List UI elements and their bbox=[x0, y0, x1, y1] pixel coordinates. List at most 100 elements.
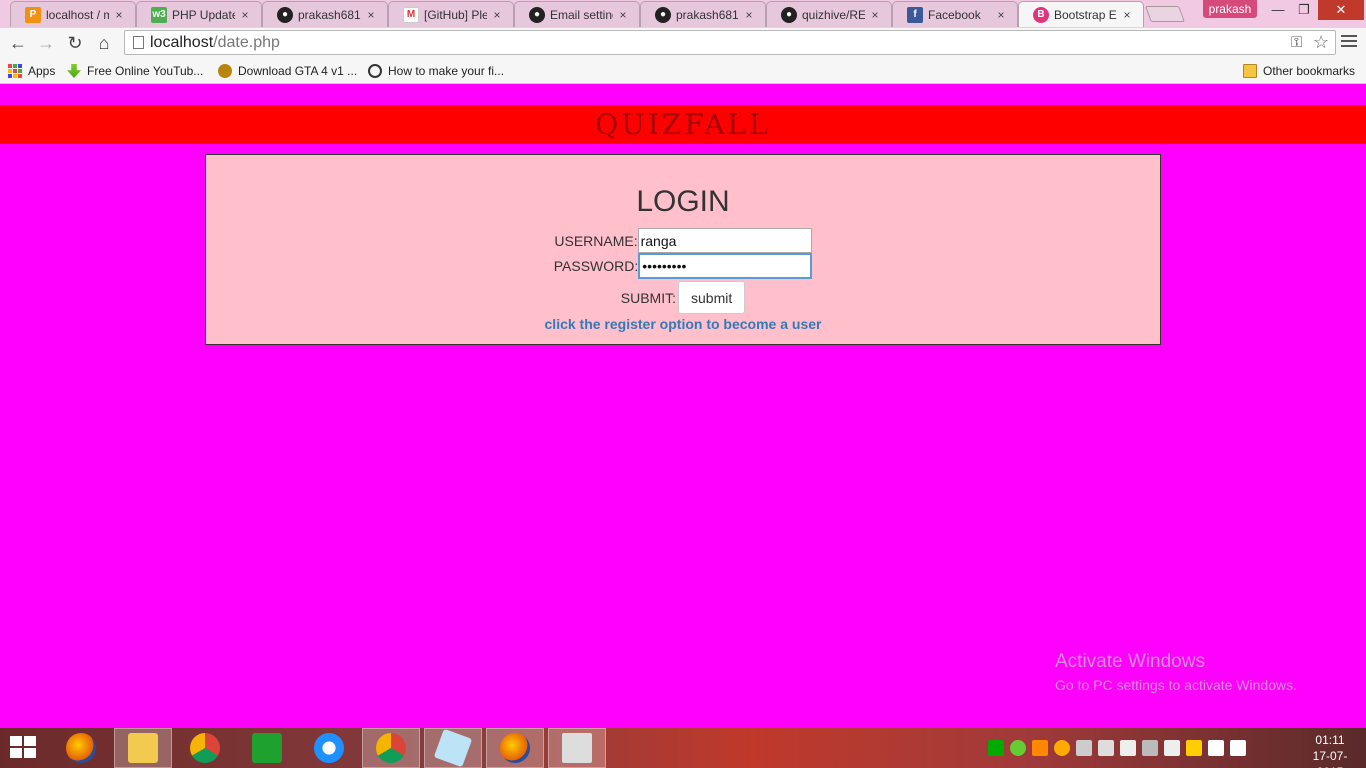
bookmark-apps[interactable]: Apps bbox=[8, 62, 55, 80]
taskbar-ie[interactable] bbox=[300, 728, 358, 768]
close-icon[interactable]: × bbox=[617, 8, 629, 22]
taskbar-firefox-2[interactable] bbox=[486, 728, 544, 768]
taskbar-firefox[interactable] bbox=[52, 728, 110, 768]
flag-icon[interactable] bbox=[1208, 740, 1224, 756]
github-icon: ● bbox=[529, 6, 545, 23]
forward-arrow-icon[interactable]: → bbox=[34, 31, 58, 55]
username-row: USERNAME: bbox=[206, 228, 1160, 253]
bookmark-bug-icon bbox=[368, 64, 382, 78]
minimize-icon[interactable]: — bbox=[1264, 0, 1292, 20]
bookmark-youtube[interactable]: Free Online YouTub... bbox=[67, 62, 203, 80]
tab-github-prakash[interactable]: ● prakash6819/ × bbox=[262, 1, 388, 27]
taskbar-file-explorer[interactable] bbox=[114, 728, 172, 768]
signal-icon[interactable] bbox=[1098, 740, 1114, 756]
bookmark-label: Download GTA 4 v1 ... bbox=[238, 64, 358, 78]
network-icon[interactable] bbox=[1120, 740, 1136, 756]
tab-php-update[interactable]: w3 PHP Update D × bbox=[136, 1, 262, 27]
tab-title: quizhive/REA bbox=[802, 7, 865, 22]
activate-windows-watermark: Activate Windows Go to PC settings to ac… bbox=[1055, 651, 1297, 693]
bookmark-other[interactable]: Other bookmarks bbox=[1243, 62, 1355, 80]
clock-date: 17-07-2015 bbox=[1312, 749, 1348, 768]
username-input[interactable] bbox=[637, 228, 812, 253]
submit-label: SUBMIT: bbox=[620, 289, 676, 306]
close-icon[interactable]: × bbox=[869, 8, 881, 22]
facebook-icon: f bbox=[907, 6, 923, 23]
system-tray bbox=[988, 738, 1246, 758]
utorrent-icon[interactable] bbox=[1010, 740, 1026, 756]
file-explorer-icon bbox=[128, 733, 158, 763]
url-text: localhost/date.php bbox=[150, 34, 280, 52]
tray-app-icon[interactable] bbox=[988, 740, 1004, 756]
submit-row: SUBMIT: submit bbox=[206, 281, 1160, 314]
download-arrow-icon bbox=[67, 64, 81, 78]
close-icon[interactable]: × bbox=[995, 8, 1007, 22]
k7-tray-icon[interactable] bbox=[1142, 740, 1158, 756]
address-bar[interactable]: localhost/date.php ⚿ ☆ bbox=[124, 30, 1336, 55]
star-icon[interactable]: ☆ bbox=[1313, 32, 1329, 53]
close-icon[interactable]: × bbox=[113, 8, 125, 22]
tab-email-settings[interactable]: ● Email settings × bbox=[514, 1, 640, 27]
back-arrow-icon[interactable]: ← bbox=[6, 31, 30, 55]
bookmark-label: Free Online YouTub... bbox=[87, 64, 204, 78]
power-plan-icon[interactable] bbox=[1186, 740, 1202, 756]
watermark-subtitle: Go to PC settings to activate Windows. bbox=[1055, 677, 1297, 693]
password-row: PASSWORD: bbox=[206, 253, 1160, 279]
profile-button[interactable]: prakash bbox=[1203, 0, 1257, 18]
taskbar-k7[interactable] bbox=[548, 728, 606, 768]
home-icon[interactable]: ⌂ bbox=[92, 31, 116, 55]
apps-icon bbox=[8, 64, 22, 78]
chrome-icon bbox=[190, 733, 220, 763]
w3schools-icon: w3 bbox=[151, 6, 167, 23]
close-icon[interactable]: × bbox=[491, 8, 503, 22]
restore-icon[interactable]: ❐ bbox=[1290, 0, 1318, 20]
password-label: PASSWORD: bbox=[553, 258, 639, 274]
volume-icon[interactable] bbox=[1230, 740, 1246, 756]
display-icon[interactable] bbox=[1076, 740, 1092, 756]
tab-gmail[interactable]: M [GitHub] Plea × bbox=[388, 1, 514, 27]
close-icon[interactable]: × bbox=[743, 8, 755, 22]
tab-quizhive[interactable]: ● quizhive/REA × bbox=[766, 1, 892, 27]
bookmarks-bar: Apps Free Online YouTub... Download GTA … bbox=[0, 58, 1366, 84]
clock-time: 01:11 bbox=[1315, 733, 1345, 747]
page-icon bbox=[133, 36, 144, 49]
window-close-icon[interactable]: ✕ bbox=[1318, 0, 1364, 20]
key-icon[interactable]: ⚿ bbox=[1291, 34, 1302, 51]
store-icon bbox=[252, 733, 282, 763]
windows-taskbar: 01:11 17-07-2015 bbox=[0, 728, 1366, 768]
submit-button[interactable]: submit bbox=[678, 281, 746, 314]
tab-title: localhost / my bbox=[46, 7, 109, 22]
firefox-icon bbox=[66, 733, 96, 763]
internet-explorer-icon bbox=[314, 733, 344, 763]
taskbar-clock[interactable]: 01:11 17-07-2015 bbox=[1300, 732, 1360, 768]
firefox-icon bbox=[500, 733, 530, 763]
bookmark-gta[interactable]: Download GTA 4 v1 ... bbox=[218, 62, 357, 80]
tray-update-icon[interactable] bbox=[1054, 740, 1070, 756]
password-input[interactable] bbox=[638, 253, 813, 279]
taskbar-chrome[interactable] bbox=[176, 728, 234, 768]
bookmark-howto[interactable]: How to make your fi... bbox=[368, 62, 504, 80]
menu-icon[interactable] bbox=[1341, 33, 1357, 49]
tray-orange-icon[interactable] bbox=[1032, 740, 1048, 756]
bookmark-label: Other bookmarks bbox=[1263, 64, 1356, 78]
folder-icon bbox=[1243, 64, 1257, 78]
close-icon[interactable]: × bbox=[239, 8, 251, 22]
notepad-icon bbox=[433, 728, 473, 768]
login-panel: LOGIN USERNAME: PASSWORD: SUBMIT: submit… bbox=[205, 154, 1161, 345]
tab-bootstrap-active[interactable]: B Bootstrap Exa × bbox=[1018, 1, 1144, 27]
reload-icon[interactable]: ↻ bbox=[63, 31, 87, 55]
tab-facebook[interactable]: f Facebook × bbox=[892, 1, 1018, 27]
taskbar-notepad[interactable] bbox=[424, 728, 482, 768]
taskbar-chrome-active[interactable] bbox=[362, 728, 420, 768]
battery-icon[interactable] bbox=[1164, 740, 1180, 756]
tab-github-prakash-2[interactable]: ● prakash6819/ × bbox=[640, 1, 766, 27]
tab-phpmyadmin[interactable]: P localhost / my × bbox=[10, 1, 136, 27]
close-icon[interactable]: × bbox=[365, 8, 377, 22]
register-link[interactable]: click the register option to become a us… bbox=[206, 316, 1160, 332]
browser-titlebar: P localhost / my × w3 PHP Update D × ● p… bbox=[0, 0, 1366, 28]
close-icon[interactable]: × bbox=[1121, 8, 1133, 22]
windows-start-icon[interactable] bbox=[10, 736, 38, 760]
url-path: /date.php bbox=[213, 34, 280, 51]
taskbar-store[interactable] bbox=[238, 728, 296, 768]
gmail-icon: M bbox=[403, 6, 419, 23]
new-tab-button[interactable] bbox=[1145, 6, 1185, 22]
